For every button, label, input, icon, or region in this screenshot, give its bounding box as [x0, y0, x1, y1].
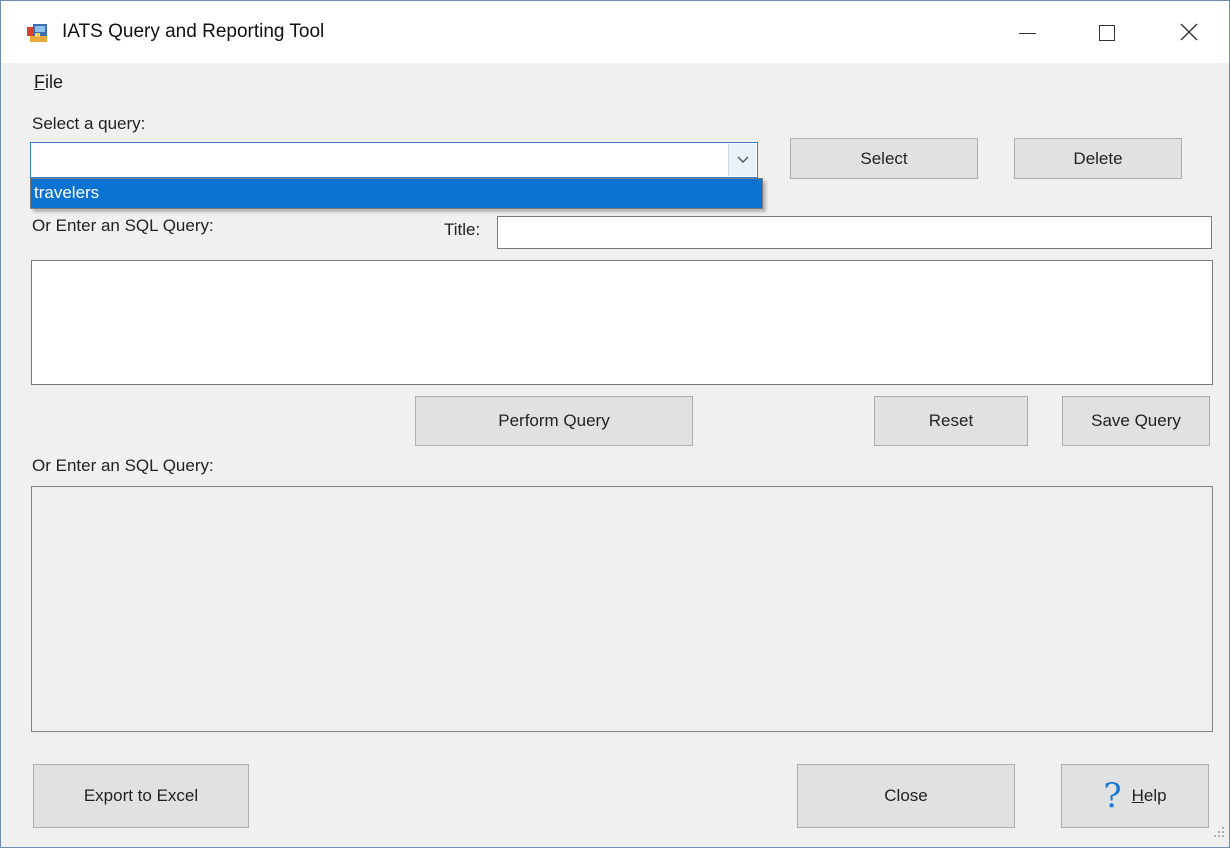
select-button[interactable]: Select	[790, 138, 978, 179]
resize-grip-icon[interactable]	[1213, 822, 1225, 843]
select-query-label: Select a query:	[32, 114, 146, 133]
app-window: IATS Query and Reporting Tool File Selec…	[0, 0, 1230, 848]
help-label-rest: elp	[1143, 786, 1167, 805]
delete-button[interactable]: Delete	[1014, 138, 1182, 179]
sql-query-label: Or Enter an SQL Query:	[32, 216, 214, 235]
minimize-icon[interactable]	[991, 1, 1071, 63]
title-label: Title:	[444, 220, 481, 239]
menu-file-mnemonic: F	[34, 72, 45, 92]
close-button[interactable]: Close	[797, 764, 1015, 828]
help-mnemonic: H	[1131, 786, 1144, 805]
help-label: Help	[1132, 786, 1167, 806]
results-label: Or Enter an SQL Query:	[32, 456, 214, 475]
dropdown-option-travelers[interactable]: travelers	[34, 183, 99, 203]
title-bar[interactable]: IATS Query and Reporting Tool	[1, 1, 1229, 63]
save-query-button[interactable]: Save Query	[1062, 396, 1210, 446]
results-panel[interactable]	[31, 486, 1213, 732]
query-dropdown-list: travelers	[30, 178, 763, 209]
chevron-down-icon	[737, 156, 749, 163]
help-button[interactable]: ? Help	[1061, 764, 1209, 828]
close-icon[interactable]	[1149, 1, 1229, 63]
menu-bar: File	[1, 63, 1229, 97]
help-icon: ?	[1103, 776, 1122, 816]
menu-file-label: ile	[45, 72, 64, 92]
sql-query-textarea[interactable]	[31, 260, 1213, 385]
maximize-icon[interactable]	[1067, 1, 1147, 63]
title-field[interactable]	[497, 216, 1212, 249]
combobox-dropdown-button[interactable]	[728, 144, 756, 176]
menu-file[interactable]: File	[34, 72, 63, 93]
perform-query-button[interactable]: Perform Query	[415, 396, 693, 446]
query-combobox[interactable]	[30, 142, 758, 178]
export-to-excel-button[interactable]: Export to Excel	[33, 764, 249, 828]
reset-button[interactable]: Reset	[874, 396, 1028, 446]
window-title: IATS Query and Reporting Tool	[62, 21, 325, 42]
app-icon	[27, 24, 49, 44]
